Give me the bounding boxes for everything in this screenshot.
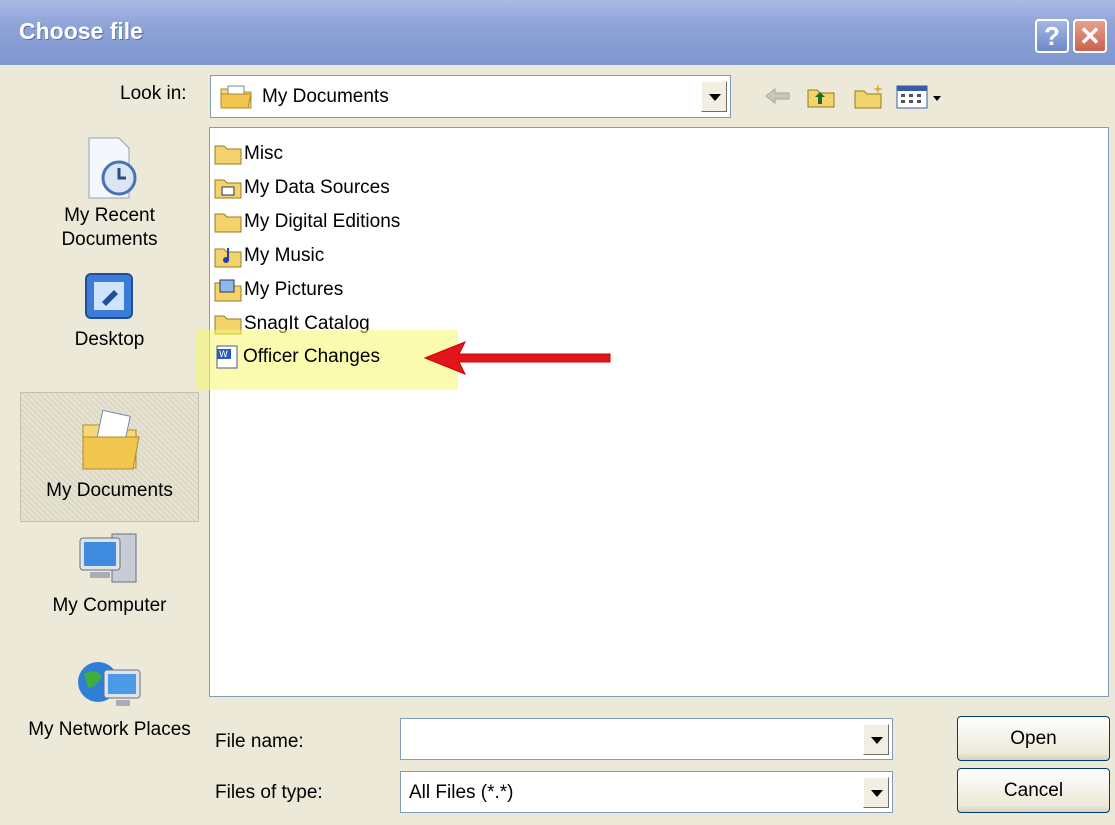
list-item[interactable]: My Music	[214, 241, 324, 271]
data-sources-folder-icon	[214, 179, 242, 199]
help-button[interactable]: ?	[1035, 19, 1069, 53]
look-in-combo[interactable]: My Documents	[210, 75, 731, 118]
close-button[interactable]: ✕	[1073, 19, 1107, 53]
place-my-documents[interactable]: My Documents	[20, 392, 199, 522]
file-name: Officer Changes	[243, 346, 380, 367]
place-label: My Computer	[52, 595, 167, 616]
place-my-network-places[interactable]: My Network Places	[20, 652, 199, 782]
open-button[interactable]: Open	[957, 716, 1110, 761]
desktop-icon	[84, 273, 133, 319]
file-name: My Music	[244, 245, 325, 266]
file-name-field[interactable]	[400, 718, 893, 760]
list-item[interactable]: My Data Sources	[214, 173, 390, 203]
place-label: My Documents	[46, 480, 173, 501]
my-documents-icon	[82, 409, 140, 470]
word-document-icon: W	[216, 345, 238, 369]
file-list[interactable]: Misc My Data Sources My Digital Editions…	[209, 127, 1109, 697]
list-item[interactable]: My Digital Editions	[214, 207, 400, 237]
files-of-type-value: All Files (*.*)	[409, 782, 514, 803]
files-of-type-label: Files of type:	[215, 782, 323, 803]
files-of-type-dropdown-button[interactable]	[863, 777, 889, 808]
folder-icon	[214, 145, 242, 165]
cancel-button[interactable]: Cancel	[957, 768, 1110, 813]
help-icon: ?	[1044, 20, 1060, 51]
file-name-dropdown-button[interactable]	[863, 724, 889, 755]
recent-documents-icon	[88, 137, 136, 199]
my-documents-icon	[220, 85, 252, 109]
files-of-type-select[interactable]: All Files (*.*)	[400, 771, 893, 813]
back-arrow-icon[interactable]	[762, 82, 794, 110]
place-label: My Network Places	[28, 719, 191, 740]
place-label: My Recent Documents	[61, 205, 158, 250]
my-computer-icon	[79, 533, 136, 583]
list-item[interactable]: W Officer Changes	[213, 342, 380, 372]
look-in-value: My Documents	[262, 86, 389, 107]
open-button-label: Open	[1010, 727, 1057, 749]
new-folder-icon[interactable]	[852, 82, 886, 110]
place-desktop[interactable]: Desktop	[20, 268, 199, 368]
file-name: My Pictures	[244, 279, 344, 300]
red-arrow-icon	[423, 341, 611, 375]
file-name: Misc	[244, 143, 284, 164]
view-menu-icon[interactable]	[895, 82, 947, 110]
places-bar: My Recent Documents Desktop My Documents…	[20, 126, 199, 820]
up-one-level-icon[interactable]	[805, 82, 837, 110]
folder-icon	[214, 213, 242, 233]
network-places-icon	[77, 662, 140, 706]
list-item[interactable]: My Pictures	[214, 275, 343, 305]
list-item[interactable]: Misc	[214, 139, 283, 169]
look-in-label: Look in:	[120, 83, 187, 104]
file-name-label: File name:	[215, 731, 304, 752]
pictures-folder-icon	[214, 279, 242, 302]
look-in-dropdown-button[interactable]	[701, 81, 727, 112]
music-folder-icon	[214, 248, 242, 268]
cancel-button-label: Cancel	[1003, 779, 1064, 801]
svg-text:W: W	[219, 350, 228, 360]
file-name: My Digital Editions	[244, 211, 401, 232]
place-label: Desktop	[74, 329, 145, 350]
window-title: Choose file	[19, 18, 143, 44]
close-icon: ✕	[1079, 20, 1101, 51]
place-my-computer[interactable]: My Computer	[20, 528, 199, 628]
file-name: My Data Sources	[244, 177, 390, 198]
title-bar: Choose file ? ✕	[0, 0, 1115, 65]
place-my-recent-documents[interactable]: My Recent Documents	[20, 134, 199, 264]
